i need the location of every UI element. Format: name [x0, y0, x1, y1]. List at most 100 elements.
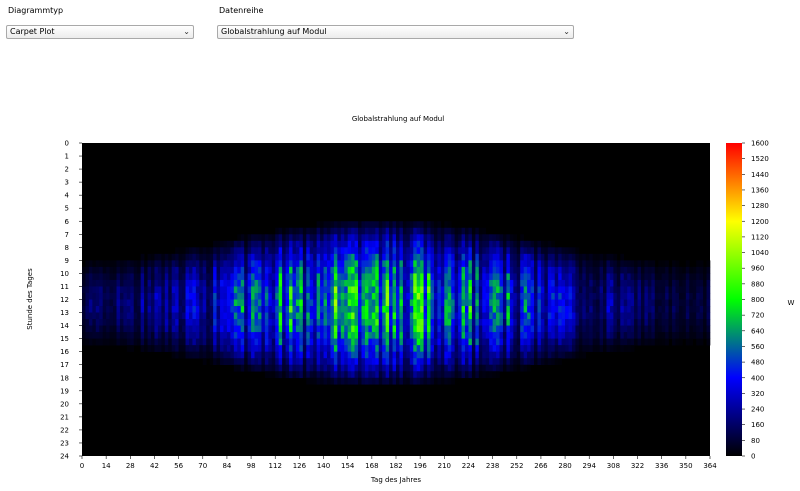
heatmap-cell: [202, 292, 207, 300]
heatmap-cell: [389, 345, 393, 352]
heatmap-cell: [320, 266, 324, 274]
heatmap-cell: [175, 338, 179, 346]
x-tick-label: 322: [631, 462, 644, 470]
colorbar-tick-label: 320: [751, 390, 764, 398]
heatmap-cell: [378, 371, 383, 379]
colorbar-unit-label: W: [788, 299, 795, 307]
heatmap-cell: [513, 266, 518, 274]
heatmap-cell: [102, 312, 107, 320]
heatmap-cell: [520, 364, 524, 372]
heatmap-cell: [485, 332, 490, 339]
heatmap-cell: [502, 292, 507, 300]
heatmap-cell: [133, 286, 138, 294]
heatmap-cell: [233, 312, 238, 320]
heatmap-cell: [565, 266, 569, 274]
heatmap-cell: [396, 292, 400, 300]
heatmap-cell: [478, 306, 483, 313]
heatmap-cell: [440, 286, 445, 294]
heatmap-cell: [565, 338, 569, 346]
heatmap-cell: [654, 279, 659, 287]
heatmap-cell: [368, 227, 373, 235]
heatmap-cell: [330, 345, 335, 352]
heatmap-cell: [665, 279, 669, 287]
heatmap-cell: [444, 377, 449, 385]
heatmap-cell: [240, 338, 245, 346]
heatmap-cell: [437, 247, 442, 255]
heatmap-cell: [554, 345, 559, 352]
heatmap-cell: [396, 364, 400, 372]
heatmap-cell: [178, 273, 183, 281]
heatmap-cell: [151, 299, 155, 307]
heatmap-cell: [458, 286, 462, 294]
heatmap-cell: [575, 351, 580, 359]
heatmap-cell: [430, 351, 435, 359]
colorbar-tick-label: 1120: [751, 233, 769, 241]
heatmap-cell: [475, 371, 480, 379]
heatmap-cell: [254, 247, 259, 255]
heatmap-cell: [116, 292, 121, 300]
heatmap-cell: [95, 325, 100, 333]
heatmap-cell: [661, 299, 666, 307]
y-tick-label: 14: [60, 322, 69, 330]
heatmap-cell: [596, 266, 600, 274]
heatmap-cell: [527, 266, 531, 274]
heatmap-cell: [364, 338, 369, 346]
heatmap-cell: [92, 279, 97, 287]
heatmap-cell: [285, 299, 290, 307]
heatmap-cell: [192, 332, 197, 339]
heatmap-cell: [337, 377, 342, 385]
heatmap-cell: [282, 332, 286, 339]
heatmap-cell: [140, 319, 145, 326]
heatmap-cell: [95, 292, 100, 300]
heatmap-cell: [706, 299, 711, 307]
heatmap-cell: [520, 319, 524, 326]
heatmap-cell: [461, 227, 466, 235]
heatmap-cell: [302, 306, 307, 313]
heatmap-cell: [164, 312, 169, 320]
heatmap-cell: [571, 319, 576, 326]
heatmap-cell: [299, 351, 304, 359]
heatmap-cell: [582, 351, 587, 359]
heatmap-cell: [126, 325, 131, 333]
heatmap-cell: [199, 273, 204, 281]
heatmap-cell: [447, 240, 452, 248]
heatmap-cell: [275, 240, 279, 248]
heatmap-cell: [385, 377, 390, 385]
heatmap-cell: [416, 266, 421, 274]
heatmap-cell: [402, 319, 407, 326]
heatmap-cell: [257, 240, 262, 248]
heatmap-cell: [164, 292, 169, 300]
heatmap-cell: [668, 299, 673, 307]
x-axis-label: Tag des Jahres: [370, 476, 422, 484]
heatmap-cell: [202, 279, 207, 287]
heatmap-cell: [354, 325, 359, 333]
heatmap-cell: [192, 325, 197, 333]
heatmap-cell: [392, 332, 397, 339]
heatmap-cell: [299, 338, 304, 346]
heatmap-cell: [299, 306, 304, 313]
heatmap-cell: [475, 312, 480, 320]
heatmap-cell: [220, 253, 224, 261]
x-tick-label: 168: [365, 462, 378, 470]
heatmap-cell: [95, 332, 100, 339]
heatmap-cell: [499, 247, 504, 255]
heatmap-cell: [244, 260, 248, 268]
heatmap-cell: [678, 319, 683, 326]
heatmap-cell: [209, 286, 214, 294]
heatmap-cell: [364, 358, 369, 366]
heatmap-cell: [282, 299, 286, 307]
heatmap-cell: [95, 279, 100, 287]
heatmap-cell: [433, 299, 438, 307]
heatmap-cell: [644, 260, 649, 268]
heatmap-cell: [502, 338, 507, 346]
heatmap-cell: [302, 273, 307, 281]
heatmap-cell: [575, 247, 580, 255]
heatmap-cell: [502, 364, 507, 372]
heatmap-cell: [371, 299, 376, 307]
heatmap-cell: [237, 286, 242, 294]
heatmap-cell: [406, 351, 411, 359]
heatmap-cell: [627, 279, 631, 287]
y-axis-label: Stunde des Tages: [26, 268, 34, 330]
heatmap-cell: [337, 260, 342, 268]
heatmap-cell: [168, 332, 173, 339]
